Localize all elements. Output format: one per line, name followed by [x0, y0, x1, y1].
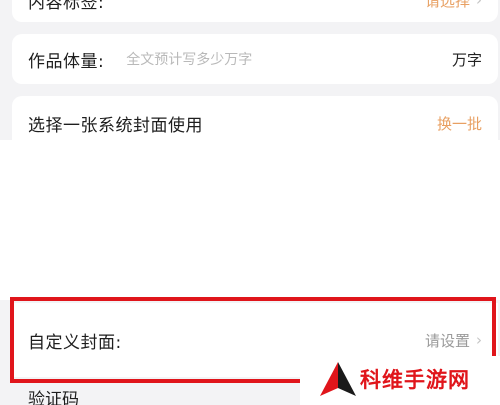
- captcha-label: 验证码: [28, 390, 79, 405]
- content-tags-value: 请选择: [424, 0, 470, 10]
- work-volume-label: 作品体量:: [28, 51, 105, 72]
- watermark-text: 科维手游网: [360, 368, 470, 392]
- cover-preview-area: [0, 140, 500, 300]
- content-tags-selector[interactable]: 请选择 ›: [425, 0, 482, 11]
- content-tags-card[interactable]: 内容标签: 请选择 ›: [12, 0, 498, 22]
- work-volume-input[interactable]: 全文预计写多少万字: [126, 49, 252, 69]
- content-tags-label: 内容标签:: [28, 0, 105, 13]
- work-volume-unit: 万字: [451, 50, 482, 69]
- refresh-batch-button[interactable]: 换一批: [437, 113, 482, 134]
- system-cover-label: 选择一张系统封面使用: [28, 115, 203, 136]
- chevron-right-icon: ›: [476, 0, 482, 9]
- work-volume-card: 作品体量: 全文预计写多少万字 万字: [12, 34, 498, 84]
- watermark-logo-icon: [318, 360, 358, 402]
